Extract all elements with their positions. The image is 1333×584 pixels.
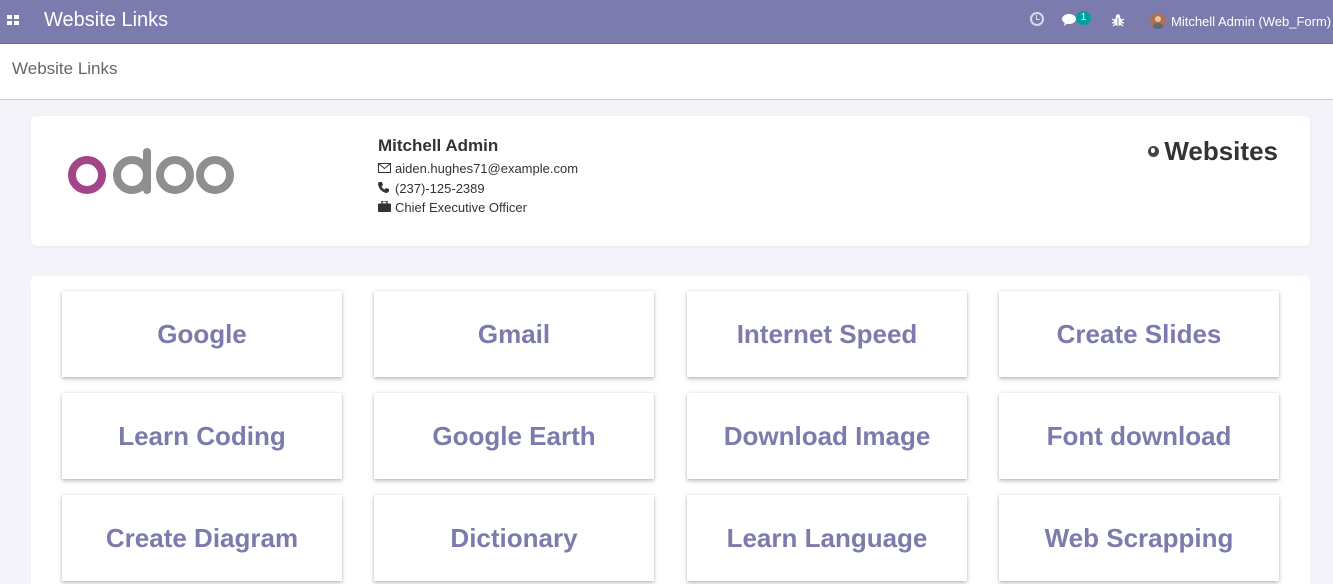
websites-heading: Websites xyxy=(1148,136,1278,167)
job-line: Chief Executive Officer xyxy=(378,200,527,215)
app-title[interactable]: Website Links xyxy=(44,9,168,32)
link-tile-learn-language[interactable]: Learn Language xyxy=(687,495,967,581)
link-label: Gmail xyxy=(477,318,551,349)
link-label: Web Scrapping xyxy=(1044,522,1234,553)
link-tile-dictionary[interactable]: Dictionary xyxy=(374,495,654,581)
envelope-icon xyxy=(378,161,391,176)
link-label: Google Earth xyxy=(432,420,596,451)
briefcase-icon xyxy=(378,200,391,215)
link-label: Learn Language xyxy=(726,522,928,553)
link-tile-font-download[interactable]: Font download xyxy=(999,393,1279,479)
link-label: Download Image xyxy=(723,420,931,451)
link-tile-google-earth[interactable]: Google Earth xyxy=(374,393,654,479)
profile-job-title: Chief Executive Officer xyxy=(395,200,527,215)
message-count-badge: 1 xyxy=(1076,11,1091,25)
phone-icon xyxy=(378,181,391,196)
user-name: Mitchell Admin (Web_Form) xyxy=(1171,14,1332,29)
phone-line: (237)-125-2389 xyxy=(378,181,485,196)
link-tile-learn-coding[interactable]: Learn Coding xyxy=(62,393,342,479)
top-navbar: Website Links 1 Mitchell Admin (Web_Form… xyxy=(0,0,1333,44)
bug-icon[interactable] xyxy=(1111,13,1125,27)
link-label: Create Slides xyxy=(1056,318,1222,349)
profile-email: aiden.hughes71@example.com xyxy=(395,161,579,176)
link-tile-create-diagram[interactable]: Create Diagram xyxy=(62,495,342,581)
link-label: Internet Speed xyxy=(736,318,918,349)
email-line: aiden.hughes71@example.com xyxy=(378,161,578,176)
link-label: Google xyxy=(157,318,247,349)
websites-heading-text: Websites xyxy=(1164,136,1278,166)
profile-phone: (237)-125-2389 xyxy=(395,181,485,196)
link-tile-create-slides[interactable]: Create Slides xyxy=(999,291,1279,377)
odoo-logo xyxy=(67,148,237,198)
clock-icon[interactable] xyxy=(1030,12,1044,26)
link-tile-google[interactable]: Google xyxy=(62,291,342,377)
breadcrumb: Website Links xyxy=(12,59,118,78)
link-tile-gmail[interactable]: Gmail xyxy=(374,291,654,377)
links-panel: Google Gmail Internet Speed Create Slide… xyxy=(31,276,1310,584)
avatar xyxy=(1150,13,1166,29)
link-tile-web-scrapping[interactable]: Web Scrapping xyxy=(999,495,1279,581)
control-panel: Website Links xyxy=(0,44,1333,100)
link-tile-download-image[interactable]: Download Image xyxy=(687,393,967,479)
link-label: Learn Coding xyxy=(118,420,286,451)
profile-name: Mitchell Admin xyxy=(378,136,499,155)
link-label: Create Diagram xyxy=(105,522,299,553)
profile-card: Mitchell Admin aiden.hughes71@example.co… xyxy=(31,116,1310,246)
link-label: Dictionary xyxy=(450,522,578,553)
apps-grid-icon[interactable] xyxy=(7,15,19,26)
globe-icon xyxy=(1148,145,1160,157)
link-label: Font download xyxy=(1046,420,1232,451)
link-tile-internet-speed[interactable]: Internet Speed xyxy=(687,291,967,377)
